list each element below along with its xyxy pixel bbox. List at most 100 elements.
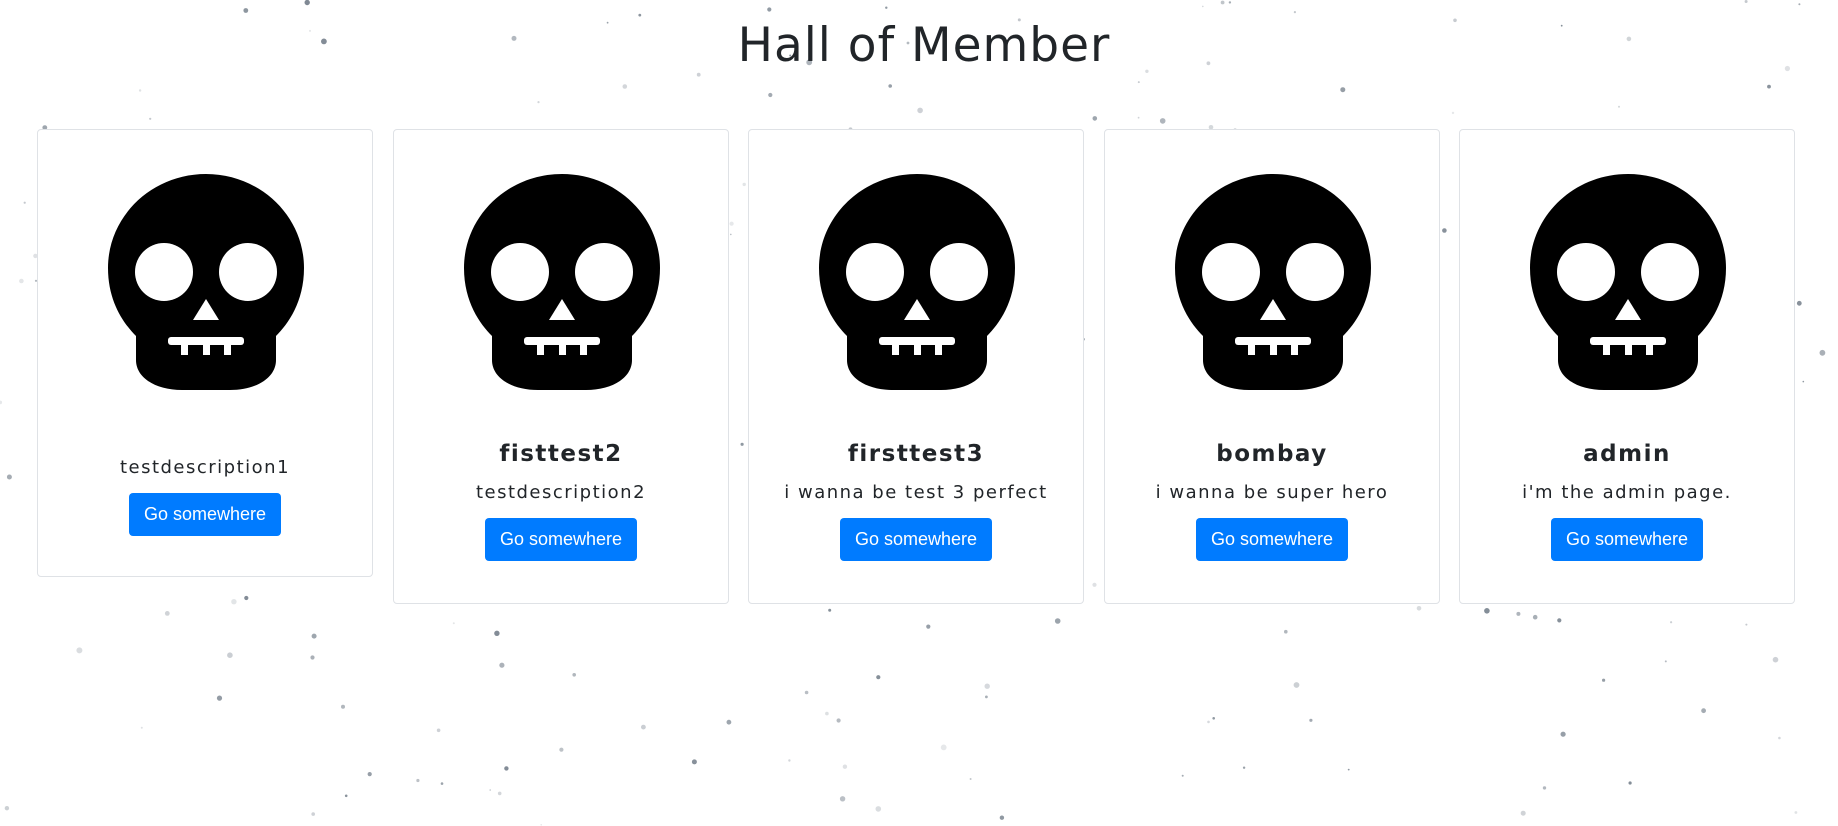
particle-dot xyxy=(1532,614,1538,620)
particle-dot xyxy=(691,759,697,765)
member-name: firsttest3 xyxy=(847,441,985,467)
page-title: Hall of Member xyxy=(737,18,1111,73)
skull-icon xyxy=(1530,174,1726,390)
particle-dot xyxy=(969,778,972,780)
member-description: i'm the admin page. xyxy=(1522,482,1732,503)
particle-dot xyxy=(504,766,509,771)
particle-dot xyxy=(1744,0,1748,3)
member-name: bombay xyxy=(1216,441,1328,467)
member-description: testdescription2 xyxy=(475,482,647,503)
particle-dot xyxy=(537,101,540,104)
particle-dot xyxy=(311,812,316,816)
particle-dot xyxy=(926,624,931,629)
particle-dot xyxy=(231,599,237,605)
particle-dot xyxy=(1542,786,1547,790)
particle-dot xyxy=(1767,84,1771,89)
skull-icon xyxy=(819,174,1015,390)
particle-dot xyxy=(1778,736,1781,740)
particle-dot xyxy=(740,442,744,446)
member-card: bombay i wanna be super hero Go somewher… xyxy=(1104,129,1440,604)
member-description: i wanna be super hero xyxy=(1155,482,1389,503)
particle-dot xyxy=(742,182,746,187)
particle-dot xyxy=(1347,768,1350,771)
particle-dot xyxy=(1137,116,1140,119)
particle-dot xyxy=(917,107,923,114)
particle-dot xyxy=(842,764,848,769)
particle-dot xyxy=(1092,116,1098,121)
particle-dot xyxy=(985,695,988,699)
particle-dot xyxy=(497,791,502,796)
particle-dot xyxy=(1560,731,1566,737)
particle-dot xyxy=(1293,682,1300,688)
particle-dot xyxy=(1701,708,1706,714)
particle-dot xyxy=(138,89,142,92)
particle-dot xyxy=(767,7,772,12)
particle-dot xyxy=(888,84,892,88)
particle-dot xyxy=(1242,766,1246,769)
particle-dot xyxy=(768,92,773,98)
particle-dot xyxy=(344,794,348,798)
particle-dot xyxy=(0,400,3,405)
card-body: firsttest3 i wanna be test 3 perfect Go … xyxy=(749,440,1083,561)
particle-dot xyxy=(436,728,441,733)
particle-dot xyxy=(244,595,249,601)
particle-dot xyxy=(828,608,832,612)
particle-dot xyxy=(559,747,564,752)
particle-dot xyxy=(311,633,317,639)
particle-dot xyxy=(1618,105,1620,108)
particle-dot xyxy=(1798,3,1801,6)
particle-dot xyxy=(367,772,372,777)
particle-dot xyxy=(494,630,500,636)
particle-dot xyxy=(1137,81,1140,84)
particle-dot xyxy=(729,221,734,226)
particle-dot xyxy=(149,117,152,120)
go-somewhere-button[interactable]: Go somewhere xyxy=(128,493,282,536)
particle-dot xyxy=(940,744,947,751)
particle-dot xyxy=(1340,87,1346,93)
particle-dot xyxy=(140,726,143,729)
particle-dot xyxy=(1202,5,1204,8)
go-somewhere-button[interactable]: Go somewhere xyxy=(839,518,993,561)
particle-dot xyxy=(1416,606,1422,611)
particle-dot xyxy=(1181,774,1184,777)
particle-dot xyxy=(1819,349,1826,356)
particle-dot xyxy=(1159,118,1166,124)
particle-dot xyxy=(310,655,315,660)
particle-dot xyxy=(1557,618,1562,623)
particle-dot xyxy=(836,718,841,723)
particle-dot xyxy=(452,622,455,625)
particle-dot xyxy=(4,806,10,811)
particle-dot xyxy=(730,233,732,236)
go-somewhere-button[interactable]: Go somewhere xyxy=(1550,518,1704,561)
card-body: fisttest2 testdescription2 Go somewhere xyxy=(394,440,728,561)
card-body: admin i'm the admin page. Go somewhere xyxy=(1460,440,1794,561)
particle-dot xyxy=(999,815,1005,820)
particle-dot xyxy=(23,201,26,204)
particle-dot xyxy=(696,72,701,77)
particle-dot xyxy=(875,806,882,812)
particle-dot xyxy=(1293,11,1296,14)
particle-dot xyxy=(1207,720,1210,724)
particle-dot xyxy=(638,13,642,17)
member-description: testdescription1 xyxy=(119,457,291,478)
particle-dot xyxy=(804,690,809,695)
particle-dot xyxy=(540,824,542,826)
card-body: bombay i wanna be super hero Go somewher… xyxy=(1105,440,1439,561)
particle-dot xyxy=(304,0,310,6)
particle-dot xyxy=(1670,621,1673,624)
particle-dot xyxy=(622,84,628,89)
particle-dot xyxy=(6,474,12,480)
page: Hall of Member testdescription1 Go somew… xyxy=(0,0,1838,826)
go-somewhere-button[interactable]: Go somewhere xyxy=(1195,518,1349,561)
member-description: i wanna be test 3 perfect xyxy=(784,482,1048,503)
particle-dot xyxy=(440,782,444,785)
particle-dot xyxy=(164,611,170,616)
member-card: firsttest3 i wanna be test 3 perfect Go … xyxy=(748,129,1084,604)
particle-dot xyxy=(885,6,888,9)
go-somewhere-button[interactable]: Go somewhere xyxy=(484,518,638,561)
particle-dot xyxy=(726,719,732,725)
particle-dot xyxy=(984,683,990,689)
particle-dot xyxy=(243,8,249,13)
particle-dot xyxy=(572,673,576,677)
particle-dot xyxy=(1802,380,1805,383)
